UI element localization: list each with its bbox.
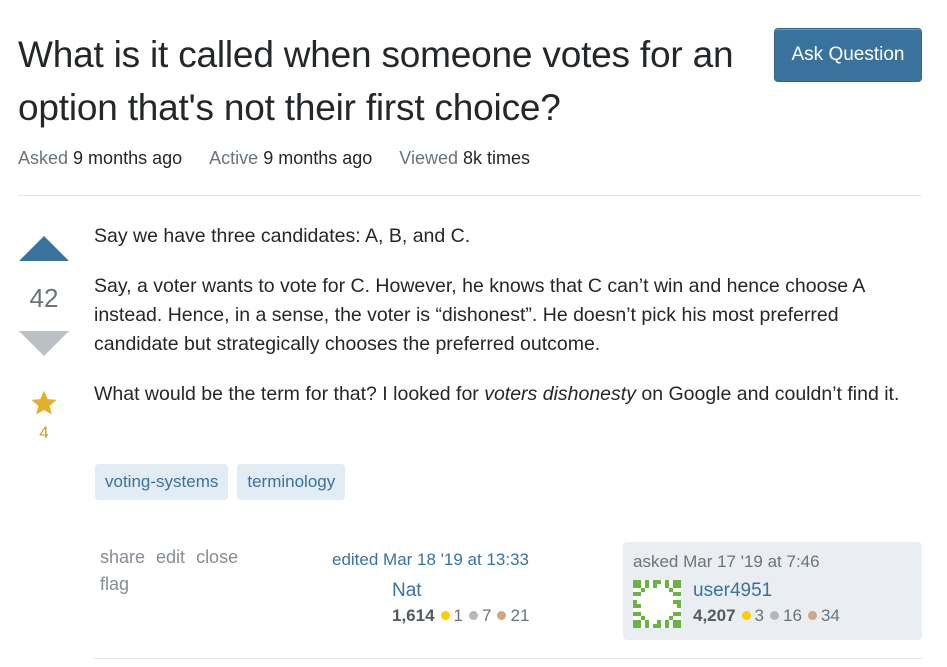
bronze-badge-icon [497, 611, 507, 620]
silver-badge-icon [770, 611, 780, 620]
body-paragraph-3-end: on Google and couldn’t find it. [635, 383, 900, 405]
editor-gold-badges: 1 [440, 606, 464, 625]
editor-reputation: 1,614 [392, 606, 435, 625]
header-divider [18, 195, 922, 196]
gold-badge-icon [440, 611, 450, 620]
upvote-arrow-icon[interactable] [19, 236, 69, 261]
meta-active-value[interactable]: 9 months ago [263, 148, 372, 168]
editor-bronze-badges: 21 [497, 606, 529, 625]
editor-name-link[interactable]: Nat [392, 578, 535, 604]
owner-name-link[interactable]: user4951 [693, 578, 846, 604]
owner-stats: 4,207 3 16 34 [693, 604, 846, 628]
editor-silver-count: 7 [482, 606, 492, 625]
body-paragraph-2: Say, a voter wants to vote for C. Howeve… [94, 275, 865, 355]
edit-link[interactable]: edit [156, 547, 185, 567]
owner-gold-count: 3 [754, 606, 765, 625]
owner-silver-count: 16 [783, 606, 802, 625]
owner-gold-badges: 3 [741, 606, 765, 625]
bronze-badge-icon [807, 611, 817, 620]
owner-card: asked Mar 17 '19 at 7:46 user4951 4,207 3… [623, 542, 922, 640]
editor-gold-count: 1 [453, 606, 464, 625]
edited-timestamp-link[interactable]: edited Mar 18 '19 at 13:33 [332, 548, 592, 572]
vote-column: 42 [18, 230, 70, 356]
question-header: What is it called when someone votes for… [18, 28, 758, 134]
body-paragraph-1: Say we have three candidates: A, B, and … [94, 225, 471, 247]
owner-bronze-badges: 34 [807, 606, 840, 625]
meta-active-label: Active [209, 148, 259, 168]
owner-reputation: 4,207 [693, 606, 736, 625]
meta-active: Active 9 months ago [209, 148, 377, 168]
meta-viewed: Viewed 8k times [399, 148, 530, 168]
owner-silver-badges: 16 [770, 606, 802, 625]
post-bottom-divider [94, 658, 922, 659]
meta-viewed-value: 8k times [463, 148, 531, 168]
flag-link[interactable]: flag [100, 574, 129, 594]
body-paragraph-3-start: What would be the term for that? I looke… [94, 383, 485, 405]
asked-timestamp: asked Mar 17 '19 at 7:46 [633, 552, 820, 571]
share-link[interactable]: share [100, 547, 145, 567]
body-paragraph-3: What would be the term for that? I looke… [94, 380, 924, 409]
editor-stats: 1,614 1 7 21 [392, 604, 535, 628]
post-menu: share edit close flag [100, 544, 280, 598]
vote-count: 42 [29, 283, 59, 313]
tag-terminology[interactable]: terminology [237, 464, 346, 500]
tag-voting-systems[interactable]: voting-systems [95, 464, 229, 500]
ask-question-button[interactable]: Ask Question [774, 28, 922, 82]
question-page: What is it called when someone votes for… [0, 0, 947, 667]
meta-viewed-label: Viewed [399, 148, 458, 168]
owner-details: user4951 4,207 3 16 34 [693, 578, 846, 628]
close-link[interactable]: close [196, 547, 238, 567]
editor-card: edited Mar 18 '19 at 13:33 Nat 1,614 1 7 21 [332, 548, 592, 625]
silver-badge-icon [469, 611, 479, 620]
question-meta: Asked 9 months ago Active 9 months ago V… [18, 146, 552, 170]
tag-list: voting-systems terminology [95, 464, 346, 500]
meta-asked-value: 9 months ago [73, 148, 183, 168]
favorite-star-icon[interactable] [30, 389, 58, 417]
owner-bronze-count: 34 [820, 606, 840, 625]
question-title[interactable]: What is it called when someone votes for… [18, 28, 758, 134]
meta-asked: Asked 9 months ago [18, 148, 187, 168]
favorite-count: 4 [39, 423, 49, 442]
gold-badge-icon [741, 611, 751, 620]
identicon-avatar-icon[interactable] [633, 580, 681, 628]
body-paragraph-3-emphasis: voters dishonesty [484, 383, 636, 405]
editor-details: Nat 1,614 1 7 21 [392, 578, 535, 628]
question-body: Say we have three candidates: A, B, and … [94, 222, 924, 430]
downvote-arrow-icon[interactable] [19, 331, 69, 356]
editor-silver-badges: 7 [469, 606, 491, 625]
meta-asked-label: Asked [18, 148, 69, 168]
editor-bronze-count: 21 [510, 606, 530, 625]
